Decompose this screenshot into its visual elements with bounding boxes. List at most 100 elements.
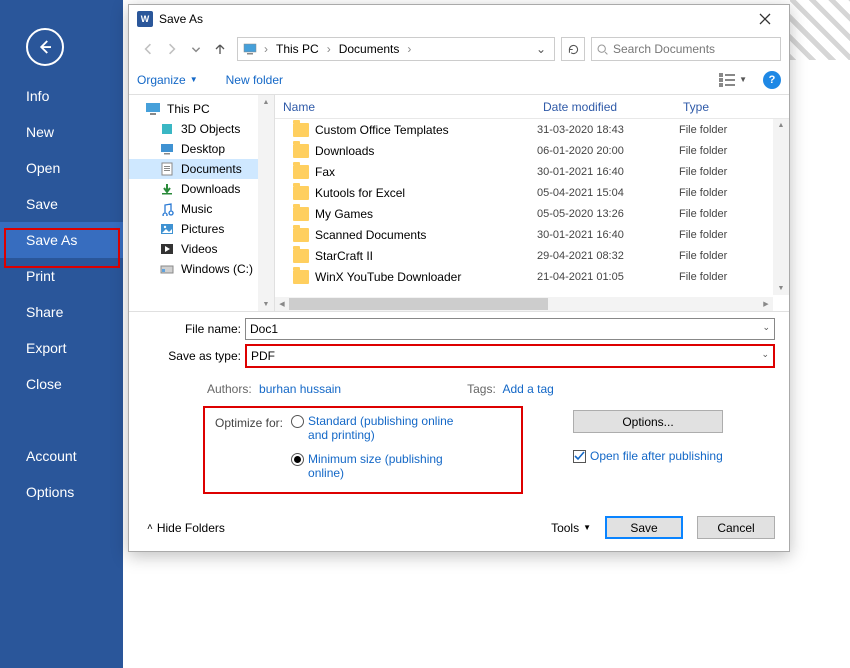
tags-value[interactable]: Add a tag	[502, 382, 553, 396]
tree-item-windows-c-[interactable]: Windows (C:)	[129, 259, 259, 279]
address-row: › This PC › Documents › ⌄ Search Documen…	[129, 33, 789, 65]
close-button[interactable]	[745, 6, 785, 32]
file-scrollbar-h[interactable]: ◀ ▶	[275, 297, 773, 311]
breadcrumb-folder[interactable]: Documents	[337, 42, 402, 56]
tree-item-this-pc[interactable]: This PC	[129, 99, 259, 119]
nav-forward-icon[interactable]	[161, 38, 183, 60]
scroll-up-icon[interactable]: ▲	[773, 119, 789, 131]
radio-standard[interactable]: Standard (publishing online and printing…	[291, 414, 458, 442]
address-bar[interactable]: › This PC › Documents › ⌄	[237, 37, 555, 61]
options-button[interactable]: Options...	[573, 410, 723, 433]
column-type[interactable]: Type	[675, 95, 789, 118]
folder-icon	[293, 165, 309, 179]
tree-item-pictures[interactable]: Pictures	[129, 219, 259, 239]
nav-options[interactable]: Options	[0, 474, 123, 510]
nav-account[interactable]: Account	[0, 438, 123, 474]
save-as-dialog: W Save As › This PC › Documents › ⌄	[128, 4, 790, 552]
organize-dropdown-icon[interactable]: ▼	[190, 75, 198, 84]
file-row[interactable]: Custom Office Templates31-03-2020 18:43F…	[275, 119, 789, 140]
view-mode-button[interactable]: ▼	[719, 73, 747, 87]
decorative-stripes	[790, 0, 850, 60]
folder-tree: This PC3D ObjectsDesktopDocumentsDownloa…	[129, 95, 275, 311]
file-row[interactable]: Scanned Documents30-01-2021 16:40File fo…	[275, 224, 789, 245]
file-scrollbar-v[interactable]: ▲ ▼	[773, 119, 789, 295]
filename-dropdown-icon[interactable]: ⌄	[762, 322, 770, 333]
chevron-down-icon: ▼	[583, 523, 591, 532]
scroll-right-icon[interactable]: ▶	[759, 297, 773, 311]
saveastype-dropdown[interactable]: PDF ⌄	[245, 344, 775, 368]
file-row[interactable]: Downloads06-01-2020 20:00File folder	[275, 140, 789, 161]
column-headers[interactable]: Name Date modified Type	[275, 95, 789, 119]
tree-item-videos[interactable]: Videos	[129, 239, 259, 259]
highlight-save-as	[4, 228, 120, 268]
folder-icon	[293, 228, 309, 242]
filename-input[interactable]: Doc1 ⌄	[245, 318, 775, 340]
word-icon: W	[137, 11, 153, 27]
file-row[interactable]: Kutools for Excel05-04-2021 15:04File fo…	[275, 182, 789, 203]
file-row[interactable]: My Games05-05-2020 13:26File folder	[275, 203, 789, 224]
nav-up-icon[interactable]	[209, 38, 231, 60]
folder-icon	[293, 123, 309, 137]
chevron-up-icon: ˄	[147, 522, 153, 533]
nav-open[interactable]: Open	[0, 150, 123, 186]
file-list: Name Date modified Type Custom Office Te…	[275, 95, 789, 311]
breadcrumb-root[interactable]: This PC	[274, 42, 321, 56]
file-row[interactable]: Fax30-01-2021 16:40File folder	[275, 161, 789, 182]
optimize-label: Optimize for:	[215, 414, 283, 480]
authors-label: Authors:	[207, 382, 252, 396]
column-date[interactable]: Date modified	[535, 95, 675, 118]
dialog-title: Save As	[159, 12, 745, 26]
tree-item-documents[interactable]: Documents	[129, 159, 259, 179]
file-row[interactable]: WinX YouTube Downloader21-04-2021 01:05F…	[275, 266, 789, 287]
nav-close[interactable]: Close	[0, 366, 123, 402]
optimize-highlight: Optimize for: Standard (publishing onlin…	[203, 406, 523, 494]
new-folder-button[interactable]: New folder	[226, 73, 283, 87]
tools-dropdown[interactable]: Tools ▼	[551, 521, 591, 535]
folder-icon	[293, 186, 309, 200]
column-name[interactable]: Name	[275, 95, 535, 118]
tree-item-desktop[interactable]: Desktop	[129, 139, 259, 159]
radio-minimum[interactable]: Minimum size (publishing online)	[291, 452, 458, 480]
pics-icon	[159, 221, 175, 237]
desktop-icon	[159, 141, 175, 157]
down-icon	[159, 181, 175, 197]
nav-back-icon[interactable]	[137, 38, 159, 60]
organize-button[interactable]: Organize	[137, 73, 186, 87]
nav-new[interactable]: New	[0, 114, 123, 150]
nav-info[interactable]: Info	[0, 78, 123, 114]
explorer-toolbar: Organize ▼ New folder ▼ ?	[129, 65, 789, 95]
music-icon	[159, 201, 175, 217]
radio-icon	[291, 415, 304, 428]
nav-share[interactable]: Share	[0, 294, 123, 330]
nav-save[interactable]: Save	[0, 186, 123, 222]
address-dropdown-icon[interactable]: ⌄	[532, 42, 550, 56]
pc-icon	[242, 41, 258, 57]
open-after-checkbox[interactable]	[573, 450, 586, 463]
back-button[interactable]	[26, 28, 64, 66]
folder-icon	[293, 270, 309, 284]
folder-icon	[293, 249, 309, 263]
file-row[interactable]: StarCraft II29-04-2021 08:32File folder	[275, 245, 789, 266]
pc-icon	[145, 101, 161, 117]
tree-item-music[interactable]: Music	[129, 199, 259, 219]
authors-value[interactable]: burhan hussain	[259, 382, 341, 396]
nav-recent-dropdown[interactable]	[185, 38, 207, 60]
tree-scrollbar[interactable]: ▲ ▼	[258, 95, 274, 311]
scroll-up-icon[interactable]: ▲	[258, 95, 274, 109]
scroll-down-icon[interactable]: ▼	[773, 283, 789, 295]
hide-folders-button[interactable]: ˄ Hide Folders	[143, 521, 537, 535]
scroll-down-icon[interactable]: ▼	[258, 297, 274, 311]
refresh-button[interactable]	[561, 37, 585, 61]
cancel-button[interactable]: Cancel	[697, 516, 775, 539]
filename-label: File name:	[143, 322, 245, 336]
help-icon[interactable]: ?	[763, 71, 781, 89]
open-after-label[interactable]: Open file after publishing	[590, 449, 723, 463]
scroll-left-icon[interactable]: ◀	[275, 297, 289, 311]
nav-export[interactable]: Export	[0, 330, 123, 366]
tree-item-downloads[interactable]: Downloads	[129, 179, 259, 199]
tree-item-3d-objects[interactable]: 3D Objects	[129, 119, 259, 139]
search-input[interactable]: Search Documents	[591, 37, 781, 61]
saveastype-dropdown-icon[interactable]: ⌄	[761, 349, 769, 360]
3d-icon	[159, 121, 175, 137]
save-button[interactable]: Save	[605, 516, 683, 539]
